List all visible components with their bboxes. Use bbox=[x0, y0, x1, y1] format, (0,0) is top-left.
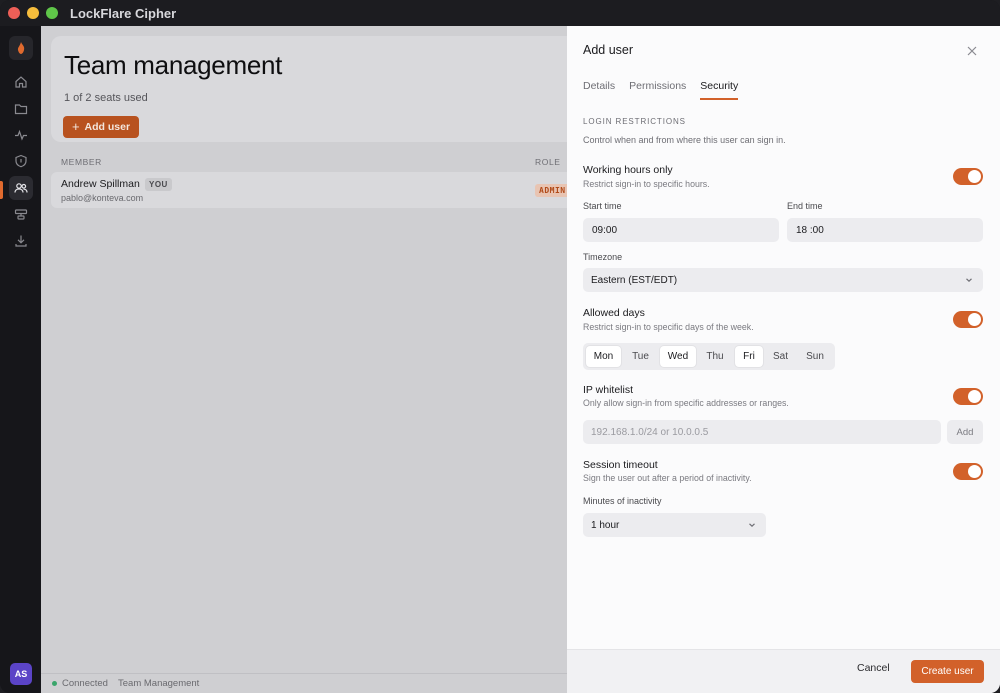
ip-address-input[interactable]: 192.168.1.0/24 or 10.0.0.5 bbox=[583, 420, 941, 444]
allowed-days-title: Allowed days bbox=[583, 307, 645, 319]
end-time-input[interactable]: 18 :00 bbox=[787, 218, 983, 242]
allowed-days-description: Restrict sign-in to specific days of the… bbox=[583, 322, 754, 332]
drawer-title: Add user bbox=[583, 43, 634, 57]
status-bar: Connected Team Management bbox=[41, 673, 567, 693]
download-icon[interactable] bbox=[9, 229, 33, 253]
folder-icon[interactable] bbox=[9, 97, 33, 121]
timezone-value: Eastern (EST/EDT) bbox=[591, 274, 678, 286]
ip-whitelist-description: Only allow sign-in from specific address… bbox=[583, 398, 789, 408]
activity-icon[interactable] bbox=[9, 123, 33, 147]
connection-status: Connected bbox=[62, 678, 108, 689]
maximize-window-button[interactable] bbox=[46, 7, 58, 19]
timezone-select[interactable]: Eastern (EST/EDT) bbox=[583, 268, 983, 292]
add-user-button[interactable]: + Add user bbox=[63, 116, 139, 138]
header-card: Team management 1 of 2 seats used + Add … bbox=[51, 36, 591, 142]
avatar[interactable]: AS bbox=[10, 663, 32, 685]
close-icon[interactable] bbox=[964, 43, 980, 59]
app-title: LockFlare Cipher bbox=[70, 6, 177, 21]
drawer-footer: Cancel Create user bbox=[567, 649, 1000, 693]
day-tue[interactable]: Tue bbox=[623, 346, 658, 367]
users-icon[interactable] bbox=[9, 176, 33, 200]
create-user-button[interactable]: Create user bbox=[911, 660, 984, 683]
working-hours-title: Working hours only bbox=[583, 164, 673, 176]
day-fri[interactable]: Fri bbox=[735, 346, 763, 367]
chevron-down-icon bbox=[966, 278, 972, 283]
start-time-value: 09:00 bbox=[592, 224, 618, 236]
minutes-inactivity-label: Minutes of inactivity bbox=[583, 496, 662, 506]
minimize-window-button[interactable] bbox=[27, 7, 39, 19]
table-header: MEMBER ROLE bbox=[41, 154, 567, 170]
add-ip-button[interactable]: Add bbox=[947, 420, 983, 444]
member-name: Andrew Spillman bbox=[61, 178, 140, 190]
close-window-button[interactable] bbox=[8, 7, 20, 19]
tab-security[interactable]: Security bbox=[700, 80, 739, 100]
toggle-knob bbox=[968, 170, 981, 183]
column-header-member[interactable]: MEMBER bbox=[61, 157, 102, 167]
allowed-days-toggle[interactable] bbox=[953, 311, 983, 328]
add-user-label: Add user bbox=[84, 121, 131, 133]
sidebar: AS bbox=[0, 26, 41, 693]
session-timeout-description: Sign the user out after a period of inac… bbox=[583, 473, 752, 483]
role-badge: ADMIN bbox=[535, 184, 570, 197]
plus-icon: + bbox=[71, 119, 80, 134]
title-bar: LockFlare Cipher bbox=[0, 0, 1000, 26]
column-header-role[interactable]: ROLE bbox=[535, 157, 561, 167]
day-sun[interactable]: Sun bbox=[798, 346, 832, 367]
start-time-label: Start time bbox=[583, 201, 622, 211]
table-row[interactable]: Andrew Spillman YOU pablo@konteva.com AD… bbox=[51, 172, 591, 208]
page-title: Team management bbox=[64, 50, 283, 80]
toggle-knob bbox=[968, 465, 981, 478]
drawer-tabs: Details Permissions Security bbox=[583, 80, 739, 100]
end-time-label: End time bbox=[787, 201, 823, 211]
ip-whitelist-title: IP whitelist bbox=[583, 384, 633, 396]
shield-icon[interactable] bbox=[9, 149, 33, 173]
day-selector: Mon Tue Wed Thu Fri Sat Sun bbox=[583, 343, 835, 370]
cancel-button[interactable]: Cancel bbox=[857, 662, 890, 674]
toggle-knob bbox=[968, 390, 981, 403]
connection-status-dot bbox=[52, 681, 57, 686]
logo-icon[interactable] bbox=[9, 36, 33, 60]
tab-permissions[interactable]: Permissions bbox=[629, 80, 686, 100]
day-mon[interactable]: Mon bbox=[586, 346, 621, 367]
status-page-name: Team Management bbox=[118, 678, 200, 689]
end-time-value: 18 :00 bbox=[796, 224, 824, 236]
member-email: pablo@konteva.com bbox=[61, 193, 144, 203]
section-heading: LOGIN RESTRICTIONS bbox=[583, 117, 686, 126]
you-badge: YOU bbox=[145, 178, 172, 191]
working-hours-toggle[interactable] bbox=[953, 168, 983, 185]
ip-whitelist-toggle[interactable] bbox=[953, 388, 983, 405]
session-timeout-title: Session timeout bbox=[583, 459, 658, 471]
home-icon[interactable] bbox=[9, 70, 33, 94]
ip-address-placeholder: 192.168.1.0/24 or 10.0.0.5 bbox=[591, 426, 709, 438]
day-wed[interactable]: Wed bbox=[660, 346, 696, 367]
tab-details[interactable]: Details bbox=[583, 80, 615, 100]
servers-icon[interactable] bbox=[9, 203, 33, 227]
timezone-label: Timezone bbox=[583, 252, 623, 262]
session-timeout-toggle[interactable] bbox=[953, 463, 983, 480]
add-user-drawer: Add user Details Permissions Security LO… bbox=[567, 26, 1000, 693]
toggle-knob bbox=[968, 313, 981, 326]
app-window: LockFlare Cipher AS Team management 1 of… bbox=[0, 0, 1000, 693]
inactivity-value: 1 hour bbox=[591, 519, 620, 531]
inactivity-select[interactable]: 1 hour bbox=[583, 513, 766, 537]
seats-used: 1 of 2 seats used bbox=[64, 92, 148, 104]
working-hours-description: Restrict sign-in to specific hours. bbox=[583, 179, 710, 189]
section-description: Control when and from where this user ca… bbox=[583, 135, 786, 145]
day-sat[interactable]: Sat bbox=[765, 346, 796, 367]
team-management-page: Team management 1 of 2 seats used + Add … bbox=[41, 26, 591, 693]
start-time-input[interactable]: 09:00 bbox=[583, 218, 779, 242]
chevron-down-icon bbox=[749, 523, 755, 528]
day-thu[interactable]: Thu bbox=[698, 346, 732, 367]
active-nav-indicator bbox=[0, 181, 3, 199]
